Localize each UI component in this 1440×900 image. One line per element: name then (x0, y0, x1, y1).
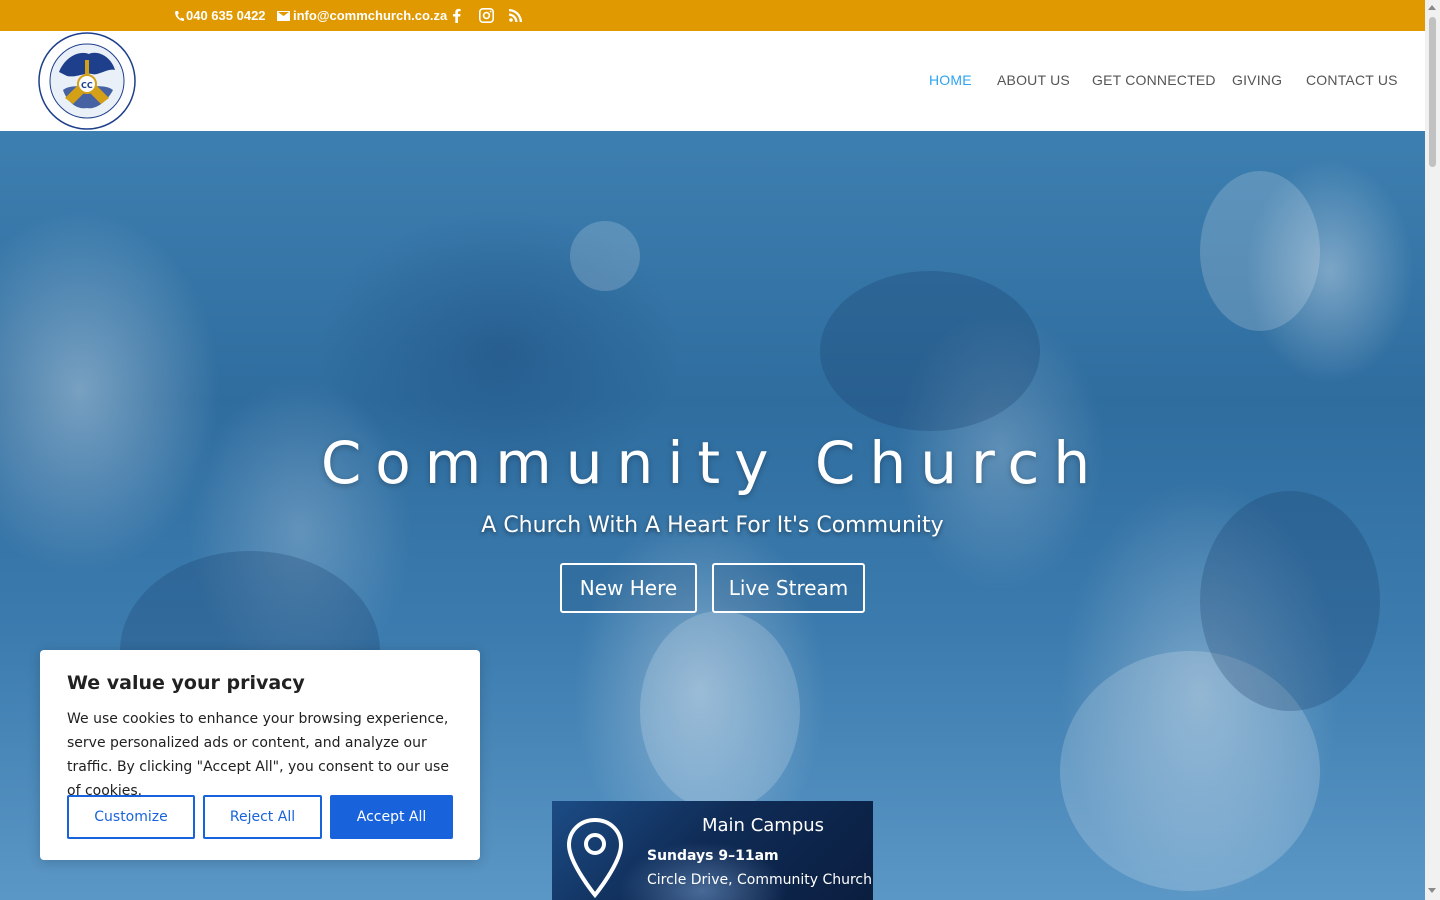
site-header: CC HOME ABOUT US GET CONNECTED GIVING CO… (0, 31, 1425, 131)
bokeh-shadow (820, 271, 1040, 431)
cookie-description: We use cookies to enhance your browsing … (67, 711, 449, 799)
customize-button[interactable]: Customize (67, 795, 195, 839)
instagram-icon (479, 8, 494, 23)
scrollbar-thumb[interactable] (1429, 17, 1436, 167)
instagram-link[interactable] (479, 0, 494, 31)
cookie-title: We value your privacy (67, 672, 305, 694)
facebook-link[interactable] (452, 0, 461, 31)
facebook-icon (453, 8, 461, 23)
phone-icon (175, 10, 184, 21)
scroll-down-arrow-icon[interactable] (1428, 888, 1436, 893)
location-pin-icon (566, 817, 624, 899)
church-logo[interactable]: CC (37, 32, 138, 130)
reject-all-button[interactable]: Reject All (203, 795, 322, 839)
page-scrollbar[interactable] (1425, 0, 1440, 900)
svg-text:CC: CC (81, 81, 93, 90)
top-info-bar: 040 635 0422 info@commchurch.co.za (0, 0, 1425, 31)
bokeh-light (570, 221, 640, 291)
rss-icon (509, 9, 522, 22)
nav-about-us[interactable]: ABOUT US (997, 72, 1070, 88)
hero-subtitle: A Church With A Heart For It's Community (481, 513, 944, 538)
accept-all-button[interactable]: Accept All (330, 795, 453, 839)
nav-giving[interactable]: GIVING (1232, 72, 1282, 88)
bokeh-light (1200, 171, 1320, 331)
rss-link[interactable] (509, 0, 522, 31)
campus-card[interactable]: Main Campus Sundays 9–11am Circle Drive,… (552, 801, 873, 900)
live-stream-button[interactable]: Live Stream (712, 563, 865, 613)
email-address: info@commchurch.co.za (293, 8, 448, 23)
bokeh-light (640, 611, 800, 811)
nav-get-connected[interactable]: GET CONNECTED (1092, 72, 1216, 88)
nav-home[interactable]: HOME (929, 72, 972, 88)
nav-contact-us[interactable]: CONTACT US (1306, 72, 1398, 88)
scroll-up-arrow-icon[interactable] (1428, 5, 1436, 10)
phone-contact[interactable]: 040 635 0422 (174, 0, 266, 31)
new-here-button[interactable]: New Here (560, 563, 697, 613)
campus-title: Main Campus (702, 815, 825, 836)
hero-title: Community Church (320, 429, 1105, 497)
phone-number: 040 635 0422 (186, 8, 266, 23)
campus-address: Circle Drive, Community Church (647, 872, 873, 888)
church-crest-logo: CC (38, 32, 136, 130)
envelope-icon (277, 10, 290, 21)
email-contact[interactable]: info@commchurch.co.za (277, 0, 447, 31)
campus-service-time: Sundays 9–11am (647, 848, 779, 864)
cookie-consent-banner: We value your privacy We use cookies to … (40, 650, 480, 860)
